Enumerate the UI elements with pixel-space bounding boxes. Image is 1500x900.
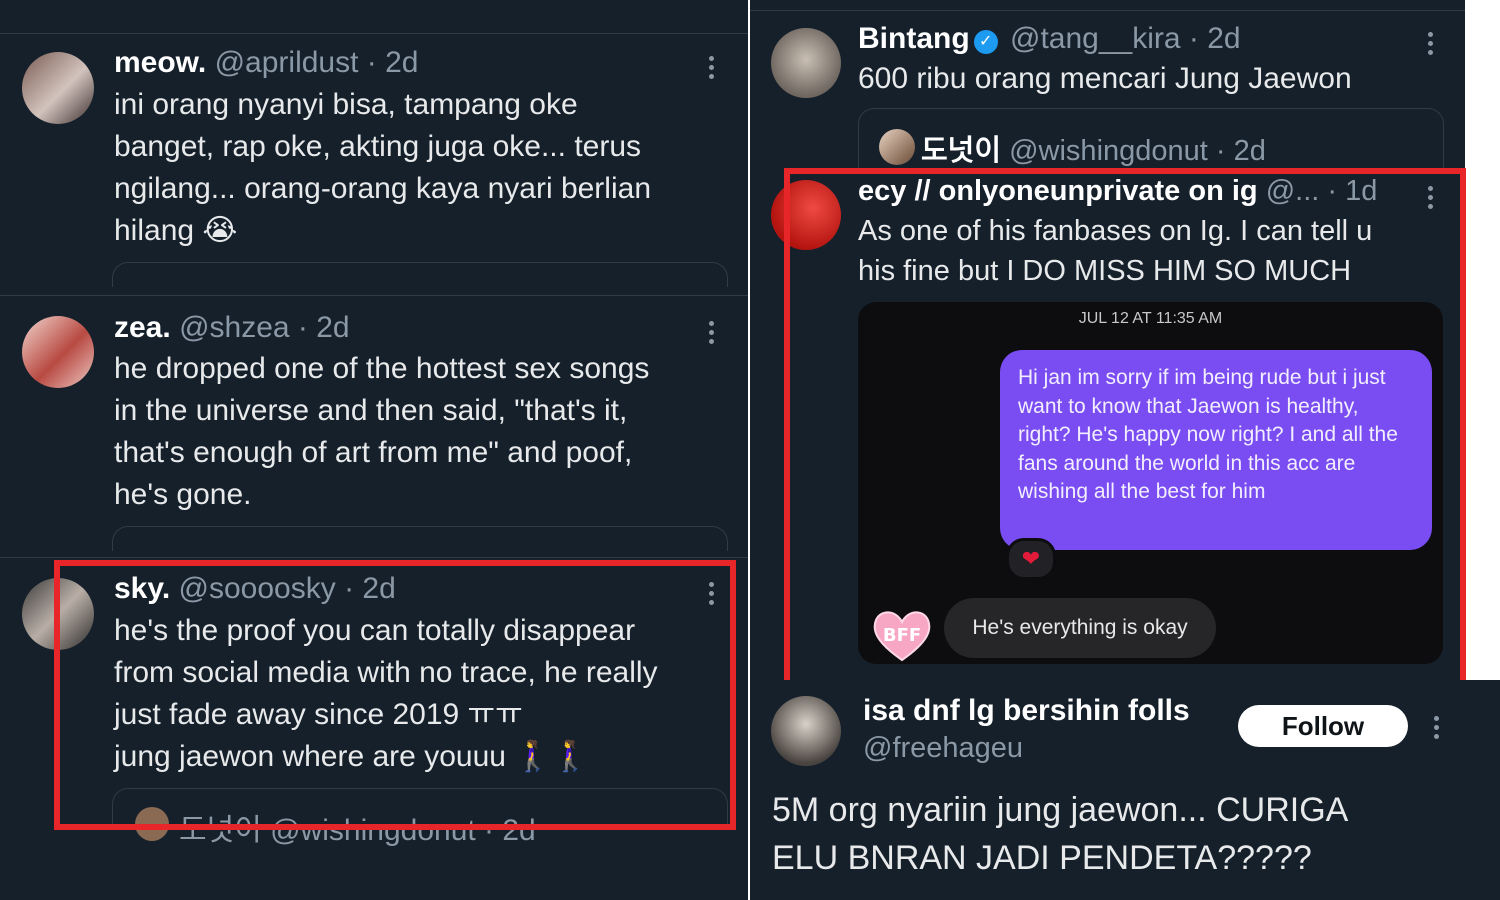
tweet-text-bintang: 600 ribu orang mencari Jung Jaewon [858, 62, 1352, 95]
tweet-text-meow: ini orang nyanyi bisa, tampang oke bange… [114, 88, 651, 247]
highlight-box-ecy [784, 168, 1466, 694]
quoted-author-name[interactable]: 도넛이 [921, 135, 1001, 167]
avatar-isa[interactable] [771, 696, 841, 766]
author-handle[interactable]: @shzea [179, 311, 290, 344]
top-divider [0, 33, 748, 34]
highlight-box-sky [54, 560, 736, 830]
tweet-time: · 2d [297, 311, 350, 344]
author-name[interactable]: meow. [114, 46, 206, 79]
avatar-zea[interactable] [22, 316, 94, 388]
tweet-header-bintang: Bintang ✓ @tang__kira · 2d [858, 22, 1241, 56]
tweet-header-zea: zea. @shzea · 2d [114, 311, 350, 345]
verified-badge-icon: ✓ [973, 30, 998, 54]
more-options-icon[interactable] [709, 56, 715, 83]
quoted-time: · 2d [1215, 135, 1266, 167]
author-handle[interactable]: @tang__kira [1010, 22, 1181, 55]
more-options-icon[interactable] [1434, 716, 1440, 743]
author-handle[interactable]: @freehageu [863, 732, 1023, 764]
top-divider [750, 10, 1465, 11]
avatar-bintang[interactable] [771, 28, 841, 98]
author-handle[interactable]: @aprildust [215, 46, 359, 79]
tweet-text-isa: 5M org nyariin jung jaewon... CURIGA ELU… [772, 791, 1349, 877]
tweet-header-meow: meow. @aprildust · 2d [114, 46, 419, 80]
more-options-icon[interactable] [1428, 32, 1434, 59]
author-name[interactable]: isa dnf lg bersihin folls [863, 694, 1190, 727]
tweet-time: · 2d [366, 46, 419, 79]
divider [0, 295, 748, 296]
quoted-header: 도넛이 @wishingdonut · 2d [921, 127, 1266, 169]
author-name-isa: isa dnf lg bersihin folls [863, 694, 1190, 728]
quoted-tweet-stub[interactable] [112, 262, 728, 287]
avatar-meow[interactable] [22, 52, 94, 124]
divider [0, 557, 748, 558]
quoted-tweet-stub[interactable] [112, 526, 728, 551]
more-options-icon[interactable] [709, 321, 715, 348]
quoted-author-handle[interactable]: @wishingdonut [1009, 135, 1208, 167]
quoted-tweet-card[interactable]: 도넛이 @wishingdonut · 2d [858, 108, 1444, 169]
author-handle-isa: @freehageu [863, 732, 1023, 765]
author-name[interactable]: zea. [114, 311, 171, 344]
tweet-text-zea: he dropped one of the hottest sex songs … [114, 352, 650, 511]
quoted-avatar [879, 129, 915, 165]
author-name[interactable]: Bintang [858, 22, 970, 55]
follow-button[interactable]: Follow [1238, 705, 1408, 747]
tweet-time: · 2d [1188, 22, 1241, 55]
